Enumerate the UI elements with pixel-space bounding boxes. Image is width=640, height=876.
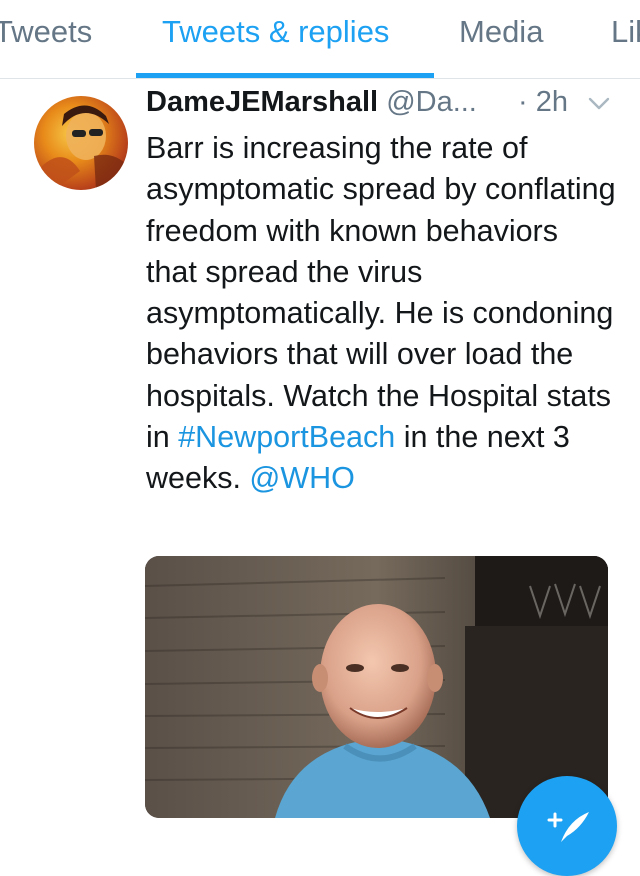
profile-tabs: Tweets Tweets & replies Media Likes (0, 0, 640, 79)
tab-likes[interactable]: Likes (611, 14, 640, 50)
author-name[interactable]: DameJEMarshall (146, 86, 378, 118)
photo-illustration (145, 556, 608, 818)
active-tab-indicator (136, 73, 434, 78)
tab-tweets[interactable]: Tweets (0, 14, 92, 50)
tweet-media-image[interactable] (145, 556, 608, 818)
tweet-text: Barr is increasing the rate of asymptoma… (146, 128, 616, 500)
hashtag-link[interactable]: #NewportBeach (178, 420, 395, 454)
avatar-image (34, 105, 128, 190)
compose-tweet-button[interactable] (517, 776, 617, 876)
avatar[interactable] (34, 96, 128, 190)
mention-link[interactable]: @WHO (249, 461, 355, 495)
tab-tweets-and-replies[interactable]: Tweets & replies (162, 14, 389, 50)
compose-tweet-icon (547, 812, 589, 842)
tweet-timestamp[interactable]: · 2h (518, 86, 568, 119)
chevron-down-icon[interactable] (587, 96, 611, 112)
tab-media[interactable]: Media (459, 14, 543, 50)
tweet-body-text: Barr is increasing the rate of asymptoma… (146, 131, 616, 455)
author-handle[interactable]: @Da... (386, 86, 477, 118)
tweet-header: DameJEMarshall @Da... · 2h (146, 86, 616, 126)
